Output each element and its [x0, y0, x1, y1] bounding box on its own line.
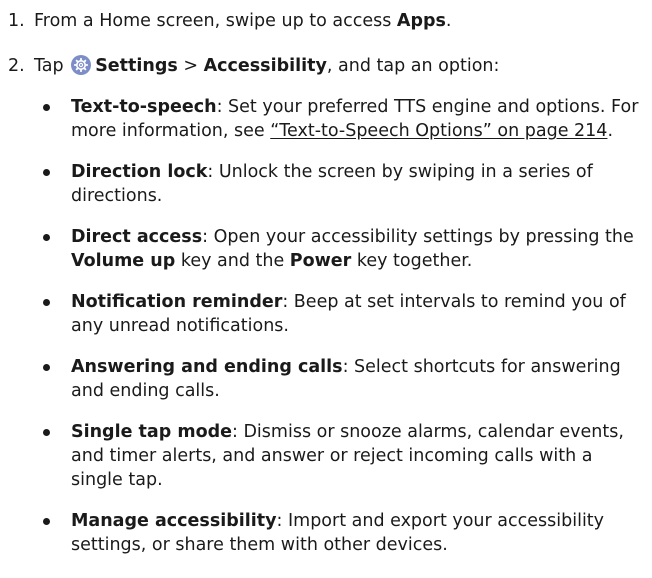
settings-gear-icon	[71, 55, 92, 75]
step-1: 1. From a Home screen, swipe up to acces…	[8, 9, 644, 33]
option-description: key and the	[175, 251, 290, 271]
option-term: Text-to-speech	[71, 97, 217, 117]
option-term: Direction lock	[71, 162, 208, 182]
option-term: Single tap mode	[71, 422, 232, 442]
apps-label: Apps	[396, 11, 446, 31]
option-description: key together.	[351, 251, 473, 271]
list-item-direct-access: Direct access: Open your accessibility s…	[41, 225, 644, 273]
option-term: Notification reminder	[71, 292, 283, 312]
step-number: 2.	[8, 56, 25, 76]
step-number: 1.	[8, 11, 25, 31]
settings-label: Settings	[95, 56, 178, 76]
step-2: 2. Tap Settings > Accessibility, and tap…	[8, 54, 644, 78]
bullet-icon	[43, 364, 50, 371]
option-term: Manage accessibility	[71, 511, 277, 531]
breadcrumb-separator: >	[177, 56, 204, 76]
list-item-single-tap-mode: Single tap mode: Dismiss or snooze alarm…	[41, 420, 644, 492]
text-to-speech-options-link[interactable]: “Text-to-Speech Options” on page 214	[270, 121, 607, 141]
step-text-part: , and tap an option:	[326, 56, 500, 76]
instructions-page: 1. From a Home screen, swipe up to acces…	[0, 0, 652, 578]
accessibility-label: Accessibility	[203, 56, 327, 76]
bullet-icon	[43, 234, 50, 241]
step-text: From a Home screen, swipe up to access A…	[34, 9, 644, 33]
option-description: : Open your accessibility settings by pr…	[202, 227, 634, 247]
step-text: Tap Settings > Accessibility, and tap an…	[34, 54, 644, 78]
step-text-part: Tap	[34, 56, 70, 76]
option-description: .	[607, 121, 614, 141]
bullet-icon	[43, 104, 50, 111]
bullet-icon	[43, 169, 50, 176]
list-item-direction-lock: Direction lock: Unlock the screen by swi…	[41, 160, 644, 208]
power-key-label: Power	[289, 251, 352, 271]
list-item-notification-reminder: Notification reminder: Beep at set inter…	[41, 290, 644, 338]
list-item-manage-accessibility: Manage accessibility: Import and export …	[41, 509, 644, 557]
option-term: Answering and ending calls	[71, 357, 343, 377]
bullet-icon	[43, 429, 50, 436]
bullet-icon	[43, 299, 50, 306]
step-text-part: .	[445, 11, 452, 31]
bullet-icon	[43, 518, 50, 525]
list-item-answering-ending-calls: Answering and ending calls: Select short…	[41, 355, 644, 403]
list-item-text-to-speech: Text-to-speech: Set your preferred TTS e…	[41, 95, 644, 143]
step-text-part: From a Home screen, swipe up to access	[34, 11, 397, 31]
option-term: Direct access	[71, 227, 203, 247]
accessibility-options-list: Text-to-speech: Set your preferred TTS e…	[8, 95, 644, 557]
volume-up-key-label: Volume up	[71, 251, 176, 271]
